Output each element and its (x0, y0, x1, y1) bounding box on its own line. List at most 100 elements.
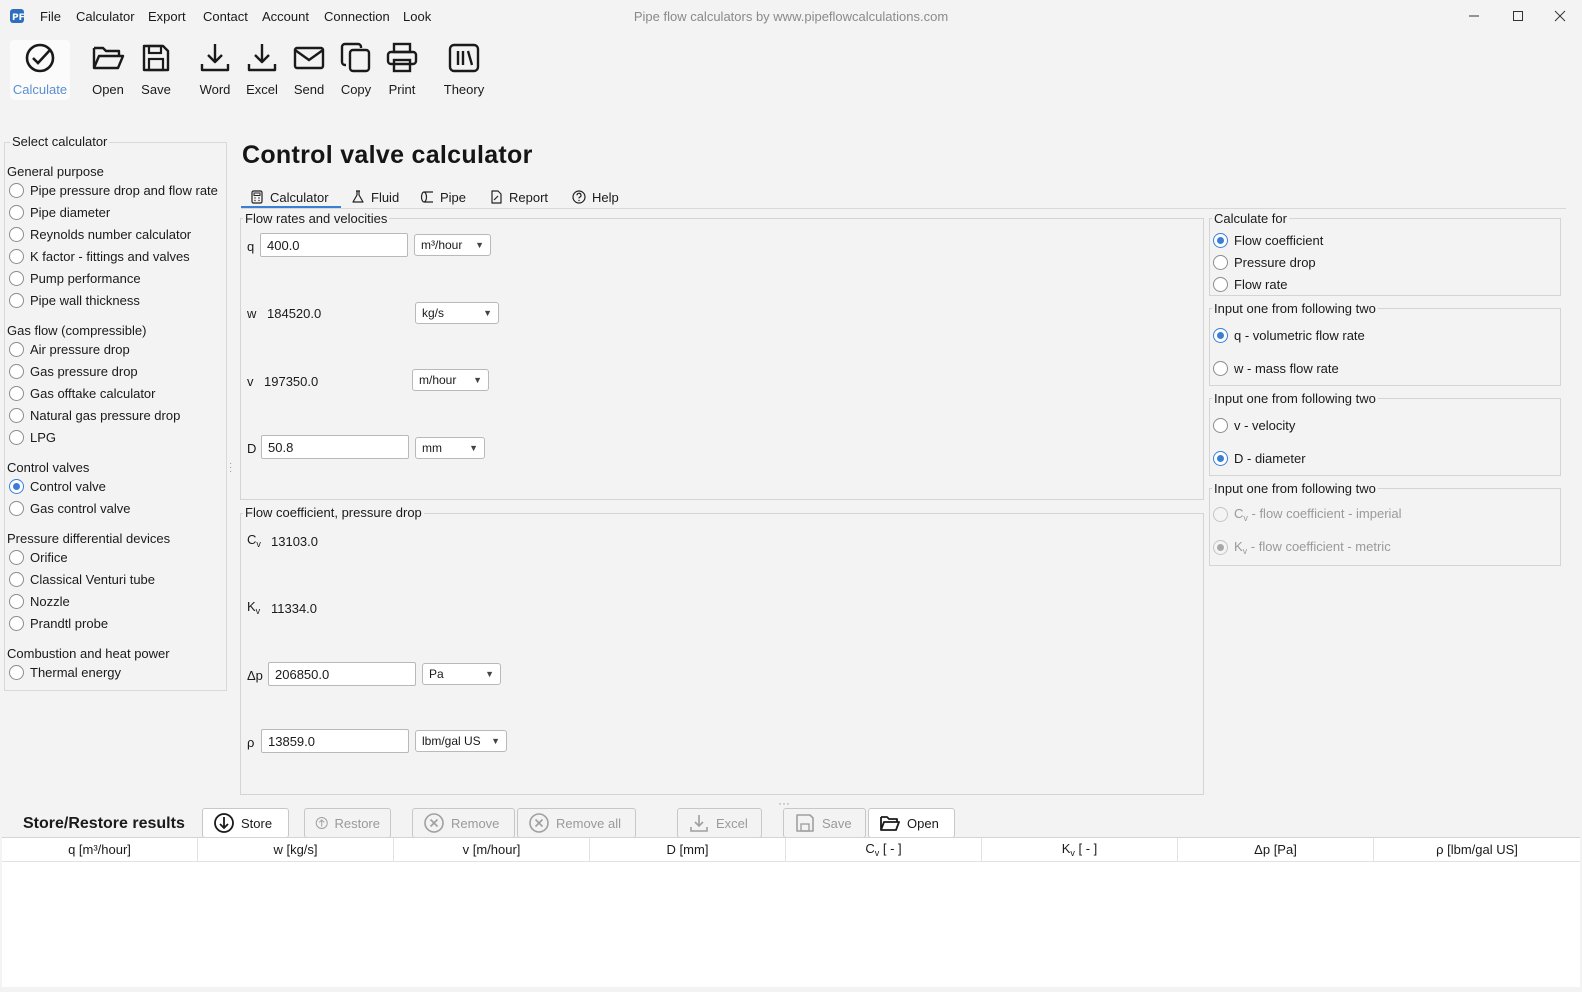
restore-button[interactable]: Restore (304, 808, 391, 838)
calculate-button[interactable]: Calculate (10, 40, 70, 100)
sidebar-item-pump-performance[interactable]: Pump performance (9, 271, 141, 286)
sidebar-item-venturi[interactable]: Classical Venturi tube (9, 572, 155, 587)
radio-button-selected[interactable] (9, 479, 24, 494)
menu-calculator[interactable]: Calculator (76, 9, 135, 24)
excel-button[interactable]: Excel (240, 40, 284, 100)
option-diameter[interactable]: D - diameter (1213, 451, 1306, 466)
sidebar-item-prandtl[interactable]: Prandtl probe (9, 616, 108, 631)
d-input[interactable]: 50.8 (261, 435, 409, 459)
menu-connection[interactable]: Connection (324, 9, 390, 24)
remove-all-button[interactable]: Remove all (517, 808, 636, 838)
radio-button[interactable] (9, 616, 24, 631)
dp-unit-select[interactable]: Pa ▼ (422, 663, 501, 685)
column-header-q[interactable]: q [m³/hour] (2, 838, 198, 862)
send-button[interactable]: Send (287, 40, 331, 100)
radio-button[interactable] (9, 271, 24, 286)
radio-button[interactable] (9, 572, 24, 587)
remove-button[interactable]: Remove (412, 808, 515, 838)
close-button[interactable] (1545, 6, 1575, 26)
panel-splitter-handle[interactable]: · · · (229, 459, 232, 477)
sidebar-item-pipe-pressure-drop[interactable]: Pipe pressure drop and flow rate (9, 183, 218, 198)
radio-button[interactable] (1213, 255, 1228, 270)
q-input[interactable]: 400.0 (260, 233, 408, 257)
tab-fluid[interactable]: Fluid (351, 186, 399, 208)
column-header-v[interactable]: v [m/hour] (394, 838, 590, 862)
radio-button[interactable] (9, 665, 24, 680)
sidebar-item-nozzle[interactable]: Nozzle (9, 594, 70, 609)
radio-button[interactable] (9, 408, 24, 423)
radio-button-disabled[interactable] (1213, 507, 1228, 522)
save-results-button[interactable]: Save (783, 808, 866, 838)
radio-button[interactable] (9, 205, 24, 220)
radio-button[interactable] (9, 501, 24, 516)
sidebar-item-natural-gas[interactable]: Natural gas pressure drop (9, 408, 180, 423)
sidebar-item-orifice[interactable]: Orifice (9, 550, 68, 565)
column-header-cv[interactable]: Cv [ - ] (786, 838, 982, 862)
word-button[interactable]: Word (193, 40, 237, 100)
radio-button[interactable] (9, 364, 24, 379)
option-mass-flow[interactable]: w - mass flow rate (1213, 361, 1339, 376)
radio-button[interactable] (9, 183, 24, 198)
d-unit-select[interactable]: mm ▼ (415, 437, 485, 459)
sidebar-item-gas-pressure-drop[interactable]: Gas pressure drop (9, 364, 138, 379)
radio-button[interactable] (1213, 361, 1228, 376)
open-button[interactable]: Open (86, 40, 130, 100)
option-flow-rate[interactable]: Flow rate (1213, 277, 1287, 292)
menu-account[interactable]: Account (262, 9, 309, 24)
tab-help[interactable]: Help (572, 186, 619, 208)
sidebar-item-pipe-diameter[interactable]: Pipe diameter (9, 205, 110, 220)
sidebar-item-gas-control-valve[interactable]: Gas control valve (9, 501, 130, 516)
option-kv-metric[interactable]: Kv - flow coefficient - metric (1213, 539, 1391, 556)
column-header-d[interactable]: D [mm] (590, 838, 786, 862)
v-unit-select[interactable]: m/hour ▼ (412, 369, 489, 391)
radio-button-selected[interactable] (1213, 233, 1228, 248)
radio-button[interactable] (1213, 418, 1228, 433)
radio-button[interactable] (9, 293, 24, 308)
option-flow-coefficient[interactable]: Flow coefficient (1213, 233, 1323, 248)
radio-button[interactable] (9, 249, 24, 264)
store-button[interactable]: Store (202, 808, 289, 838)
column-header-rho[interactable]: ρ [lbm/gal US] (1374, 838, 1580, 862)
tab-report[interactable]: Report (489, 186, 548, 208)
radio-button[interactable] (9, 227, 24, 242)
menu-look[interactable]: Look (403, 9, 431, 24)
export-excel-button[interactable]: Excel (677, 808, 762, 838)
radio-button-disabled-selected[interactable] (1213, 540, 1228, 555)
rho-input[interactable]: 13859.0 (261, 729, 409, 753)
radio-button[interactable] (9, 594, 24, 609)
sidebar-item-pipe-wall-thickness[interactable]: Pipe wall thickness (9, 293, 140, 308)
tab-pipe[interactable]: Pipe (420, 186, 466, 208)
option-volumetric-flow[interactable]: q - volumetric flow rate (1213, 328, 1365, 343)
sidebar-item-control-valve[interactable]: Control valve (9, 479, 106, 494)
radio-button-selected[interactable] (1213, 328, 1228, 343)
copy-button[interactable]: Copy (334, 40, 378, 100)
maximize-button[interactable] (1503, 6, 1533, 26)
menu-export[interactable]: Export (148, 9, 186, 24)
menu-contact[interactable]: Contact (203, 9, 248, 24)
sidebar-item-k-factor[interactable]: K factor - fittings and valves (9, 249, 190, 264)
radio-button-selected[interactable] (1213, 451, 1228, 466)
option-velocity[interactable]: v - velocity (1213, 418, 1295, 433)
theory-button[interactable]: Theory (441, 40, 487, 100)
column-header-dp[interactable]: Δp [Pa] (1178, 838, 1374, 862)
column-header-w[interactable]: w [kg/s] (198, 838, 394, 862)
column-header-kv[interactable]: Kv [ - ] (982, 838, 1178, 862)
q-unit-select[interactable]: m³/hour ▼ (414, 234, 491, 256)
radio-button[interactable] (9, 386, 24, 401)
dp-input[interactable]: 206850.0 (268, 662, 416, 686)
tab-calculator[interactable]: Calculator (250, 186, 329, 208)
w-unit-select[interactable]: kg/s ▼ (415, 302, 499, 324)
radio-button[interactable] (9, 430, 24, 445)
sidebar-item-lpg[interactable]: LPG (9, 430, 56, 445)
option-cv-imperial[interactable]: Cv - flow coefficient - imperial (1213, 506, 1402, 523)
radio-button[interactable] (9, 550, 24, 565)
save-button[interactable]: Save (134, 40, 178, 100)
radio-button[interactable] (9, 342, 24, 357)
minimize-button[interactable] (1459, 6, 1489, 26)
option-pressure-drop[interactable]: Pressure drop (1213, 255, 1316, 270)
sidebar-item-reynolds[interactable]: Reynolds number calculator (9, 227, 191, 242)
sidebar-item-gas-offtake[interactable]: Gas offtake calculator (9, 386, 156, 401)
open-results-button[interactable]: Open (868, 808, 955, 838)
sidebar-item-thermal-energy[interactable]: Thermal energy (9, 665, 121, 680)
sidebar-item-air-pressure-drop[interactable]: Air pressure drop (9, 342, 130, 357)
